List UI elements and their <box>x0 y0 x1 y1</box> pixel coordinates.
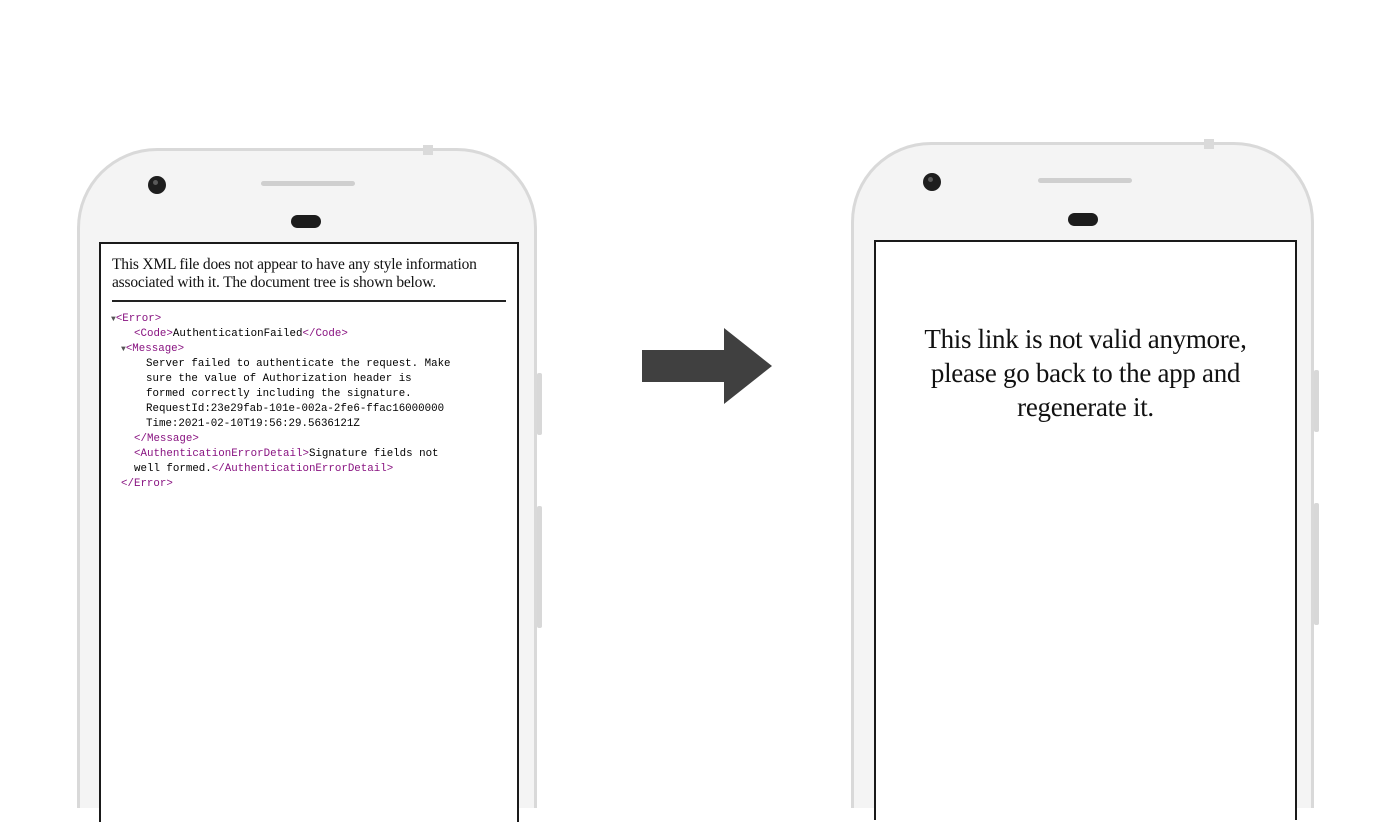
xml-tag: </Message> <box>134 433 199 445</box>
front-camera-icon <box>148 176 166 194</box>
phone-mockup-right: This link is not valid anymore, please g… <box>851 139 1319 820</box>
link-invalid-message: This link is not valid anymore, please g… <box>924 324 1247 422</box>
xml-tag: <Error> <box>115 313 162 325</box>
xml-tag: </AuthenticationErrorDetail> <box>211 463 394 475</box>
speaker-grille <box>1038 178 1132 183</box>
arrow-right-icon <box>642 328 772 404</box>
xml-code-value: AuthenticationFailed <box>172 328 303 340</box>
xml-message-open-line: ▼<Message> <box>111 342 517 357</box>
xml-tag: <Code> <box>134 328 173 340</box>
speaker-grille <box>261 181 355 186</box>
xml-tag: <AuthenticationErrorDetail> <box>134 448 309 460</box>
phone-screen-right: This link is not valid anymore, please g… <box>874 240 1297 820</box>
proximity-sensor <box>1068 213 1098 226</box>
xml-message-text: RequestId:23e29fab-101e-002a-2fe6-ffac16… <box>146 403 445 415</box>
xml-style-notice: This XML file does not appear to have an… <box>112 256 506 302</box>
xml-tag: </Code> <box>302 328 348 340</box>
phone-side-button <box>537 373 542 435</box>
xml-message-text: sure the value of Authorization header i… <box>146 373 412 385</box>
xml-message-text: formed correctly including the signature… <box>146 388 412 400</box>
phone-volume-button <box>537 506 542 628</box>
proximity-sensor <box>291 215 321 228</box>
xml-code-line: <Code>AuthenticationFailed</Code> <box>111 327 517 342</box>
xml-error-close-line: </Error> <box>111 477 517 492</box>
xml-document-tree: ▼<Error> <Code>AuthenticationFailed</Cod… <box>111 312 517 492</box>
xml-message-text: Server failed to authenticate the reques… <box>146 358 451 370</box>
xml-tag: </Error> <box>121 478 173 490</box>
xml-message-text: Time:2021-02-10T19:56:29.5636121Z <box>146 418 360 430</box>
xml-detail-value: well formed. <box>134 463 212 475</box>
xml-tag: <Message> <box>125 343 185 355</box>
xml-detail-line-2: well formed.</AuthenticationErrorDetail> <box>111 462 517 477</box>
xml-error-open-line: ▼<Error> <box>111 312 517 327</box>
xml-detail-value: Signature fields not <box>308 448 439 460</box>
phone-side-button <box>1314 370 1319 432</box>
phone-mockup-left: This XML file does not appear to have an… <box>77 145 542 822</box>
phone-volume-button <box>1314 503 1319 625</box>
xml-detail-line: <AuthenticationErrorDetail>Signature fie… <box>111 447 517 462</box>
phone-screen-left: This XML file does not appear to have an… <box>99 242 519 822</box>
phone-top-button <box>423 145 433 155</box>
front-camera-icon <box>923 173 941 191</box>
xml-message-close-line: </Message> <box>111 432 517 447</box>
phone-top-button <box>1204 139 1214 149</box>
